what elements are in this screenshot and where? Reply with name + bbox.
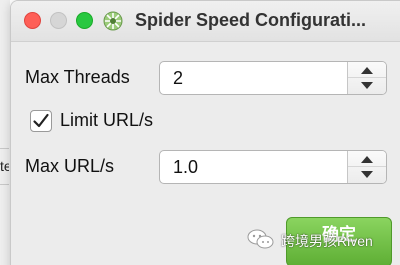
watermark: 跨境男孩Riven [246,228,396,254]
max-urls-increment-button[interactable] [348,151,386,167]
arrow-down-icon [361,82,373,89]
wechat-icon [247,229,274,249]
max-urls-label: Max URL/s [25,156,115,176]
arrow-up-icon [361,156,373,163]
max-threads-value[interactable]: 2 [173,68,183,89]
minimize-window-button[interactable] [50,12,67,29]
background-fragment-text: te [0,158,9,174]
watermark-text: 跨境男孩Riven [281,233,373,249]
window-title: Spider Speed Configurati... [135,10,367,30]
screen: te Spider Speed Configurati... Max Threa… [0,0,400,265]
background-app: te [0,0,10,265]
max-urls-spinbox[interactable]: 1.0 [159,150,387,184]
max-urls-stepper[interactable] [347,151,386,183]
max-threads-label: Max Threads [25,67,130,87]
limit-urls-checkbox[interactable] [30,110,52,132]
arrow-down-icon [361,171,373,178]
max-threads-decrement-button[interactable] [348,78,386,94]
title-bar[interactable]: Spider Speed Configurati... [11,1,400,42]
max-threads-increment-button[interactable] [348,62,386,78]
max-urls-value[interactable]: 1.0 [173,157,198,178]
max-urls-decrement-button[interactable] [348,167,386,183]
maximize-window-button[interactable] [76,12,93,29]
background-divider [0,148,9,149]
checkmark-icon [33,113,49,128]
arrow-up-icon [361,67,373,74]
limit-urls-label[interactable]: Limit URL/s [60,110,153,131]
max-threads-spinbox[interactable]: 2 [159,61,387,95]
spider-speed-dialog: Spider Speed Configurati... Max Threads … [10,0,400,265]
background-divider [0,184,9,185]
close-window-button[interactable] [24,12,41,29]
spider-app-icon [103,11,123,31]
max-threads-stepper[interactable] [347,62,386,94]
